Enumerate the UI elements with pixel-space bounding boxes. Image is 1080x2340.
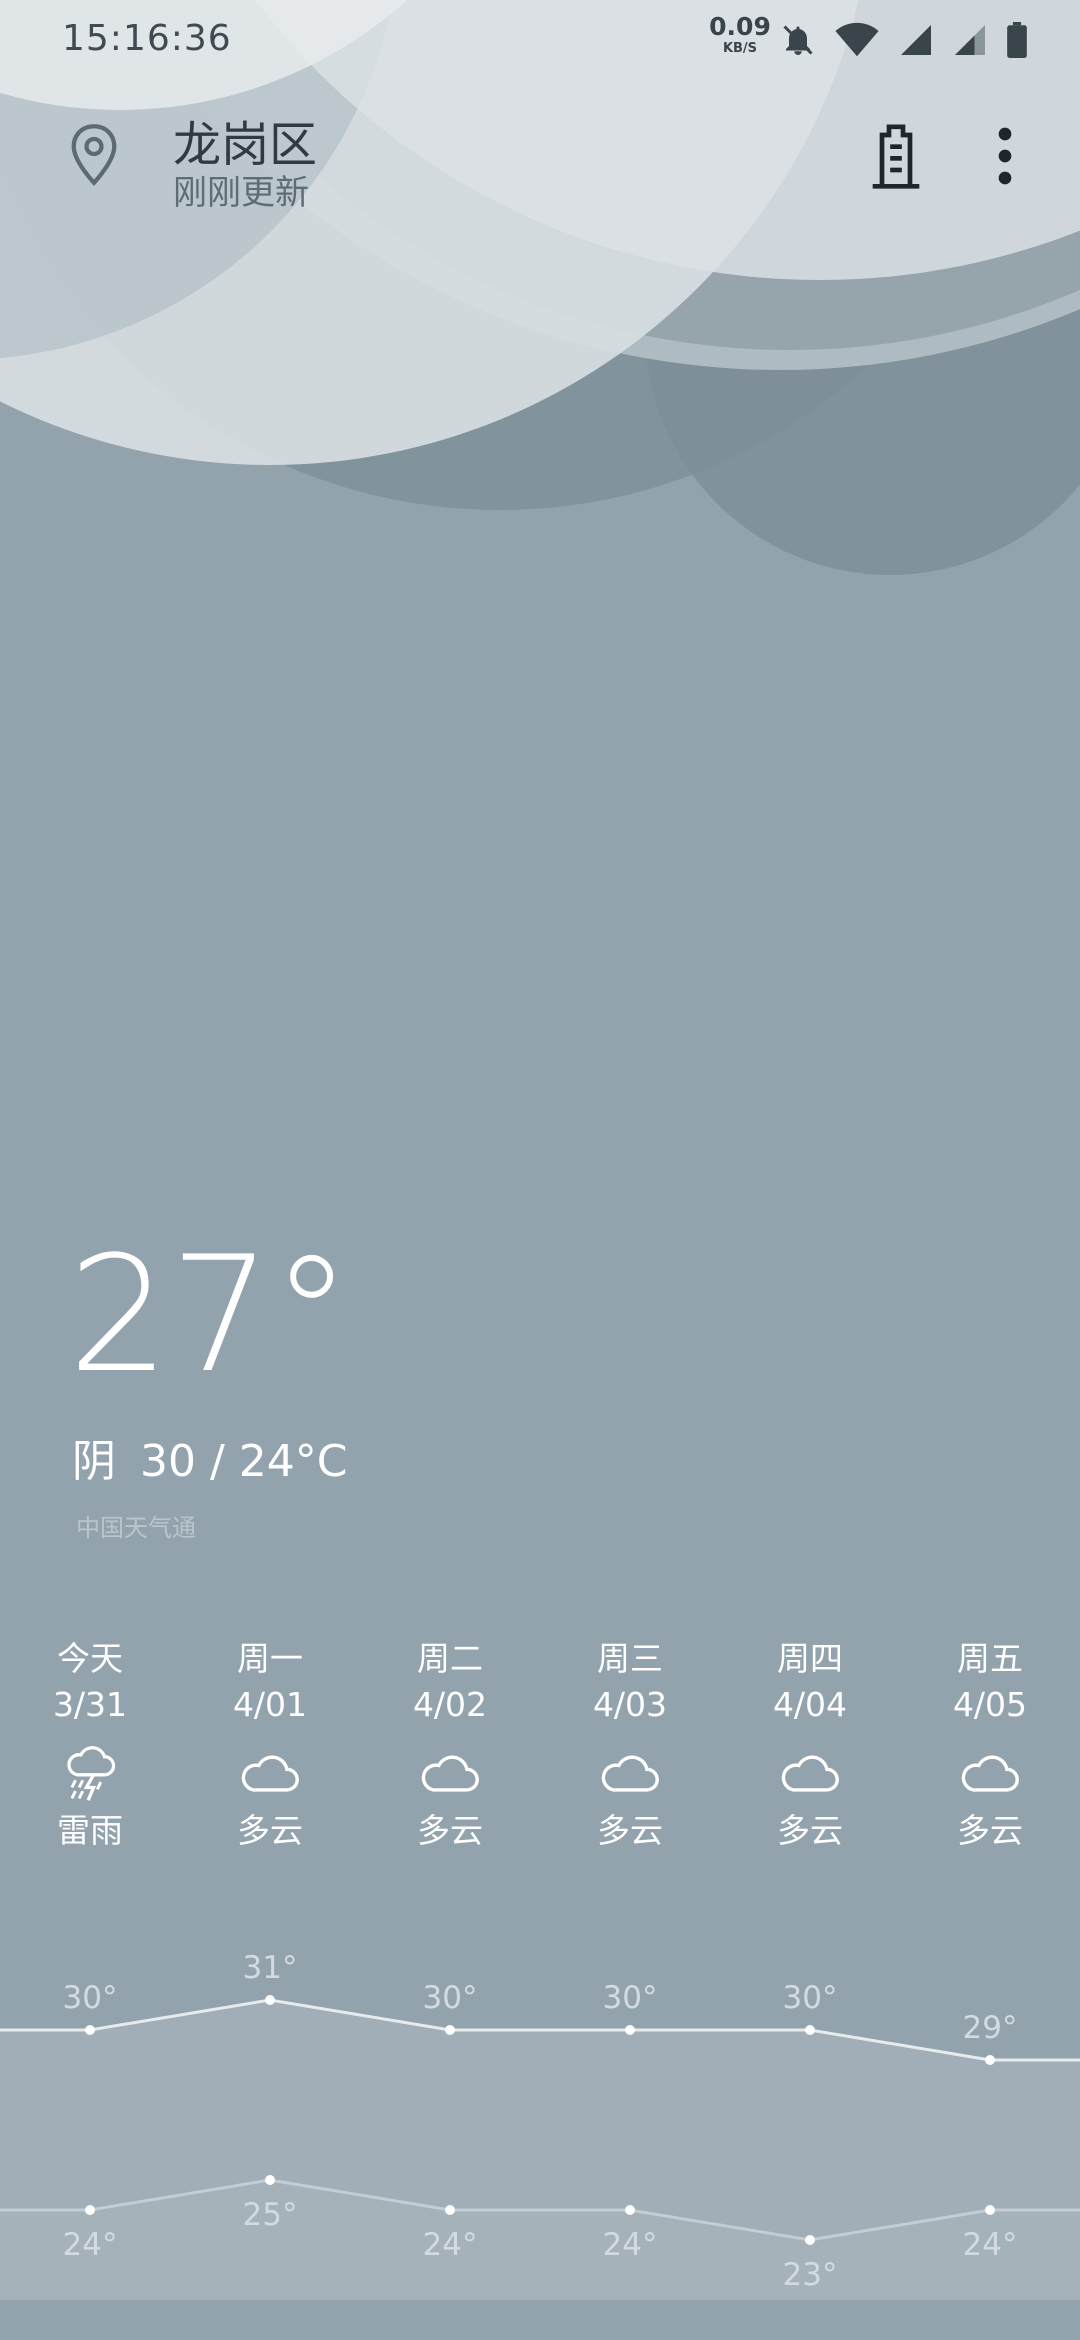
battery-icon	[1007, 22, 1027, 58]
update-status: 刚刚更新	[173, 173, 309, 213]
low-temp-label: 25°	[243, 2197, 298, 2233]
forecast-day[interactable]: 今天 3/31 雷雨	[0, 1636, 180, 1854]
forecast-weekday: 周三	[597, 1639, 663, 1678]
forecast-weekday: 周一	[237, 1639, 303, 1678]
status-icons	[780, 20, 1028, 60]
temperature-chart: 30° 24° 31° 25° 30° 24° 30° 24° 30° 23° 29° 24°	[0, 1950, 1080, 2300]
forecast-condition: 多云	[777, 1811, 843, 1850]
high-temp-point	[985, 2055, 995, 2065]
bell-off-icon	[783, 25, 813, 55]
app-header: 龙岗区 刚刚更新	[0, 95, 1080, 215]
network-speed-unit: KB/S	[722, 41, 758, 56]
building-icon[interactable]	[868, 123, 924, 189]
forecast-date: 3/31	[52, 1685, 128, 1724]
cloud-icon	[601, 1755, 659, 1792]
high-temp-label: 30°	[783, 1980, 838, 2016]
network-speed: 0.09 KB/S	[708, 14, 772, 55]
high-temp-label: 30°	[63, 1980, 118, 2016]
high-temp-point	[625, 2025, 635, 2035]
forecast-weekday: 今天	[57, 1639, 123, 1678]
low-temp-label: 24°	[963, 2227, 1018, 2263]
low-temp-point	[985, 2205, 995, 2215]
low-temp-label: 23°	[783, 2257, 838, 2293]
low-temp-label: 24°	[603, 2227, 658, 2263]
high-temp-label: 30°	[423, 1980, 478, 2016]
high-temp-point	[805, 2025, 815, 2035]
current-temperature: 27°	[68, 1221, 352, 1408]
forecast-condition: 多云	[237, 1811, 303, 1850]
cloud-icon	[421, 1755, 479, 1792]
forecast-date: 4/05	[952, 1685, 1028, 1724]
high-temp-label: 30°	[603, 1980, 658, 2016]
daily-forecast: 今天 3/31 雷雨 周一 4/01 多云 周二 4/02 多云 周三 4/03…	[0, 1636, 1080, 1886]
forecast-condition: 多云	[957, 1811, 1023, 1850]
forecast-weekday: 周四	[777, 1639, 843, 1678]
forecast-date: 4/04	[772, 1685, 848, 1724]
current-condition: 阴	[72, 1436, 116, 1487]
low-temp-label: 24°	[63, 2227, 118, 2263]
forecast-day[interactable]: 周二 4/02 多云	[360, 1636, 540, 1854]
high-temp-point	[85, 2025, 95, 2035]
cloud-icon	[781, 1755, 839, 1792]
temperature-range: 30 / 24°C	[140, 1436, 348, 1487]
more-vertical-icon[interactable]	[990, 123, 1020, 189]
forecast-weekday: 周二	[417, 1639, 483, 1678]
low-temp-point	[445, 2205, 455, 2215]
high-temp-point	[445, 2025, 455, 2035]
forecast-day[interactable]: 周五 4/05 多云	[900, 1636, 1080, 1854]
forecast-date: 4/01	[232, 1685, 308, 1724]
signal-weak-icon	[955, 25, 985, 55]
network-speed-value: 0.09	[709, 12, 771, 41]
forecast-weekday: 周五	[957, 1639, 1023, 1678]
background-bubbles	[0, 0, 1080, 575]
cloud-icon	[241, 1755, 299, 1792]
forecast-condition: 雷雨	[57, 1811, 123, 1850]
data-source: 中国天气通	[76, 1514, 196, 1542]
thunderstorm-icon	[67, 1746, 116, 1801]
status-time: 15:16:36	[62, 18, 232, 59]
status-bar: 15:16:36 0.09 KB/S	[0, 0, 1080, 80]
low-temp-point	[265, 2175, 275, 2185]
low-temp-point	[805, 2235, 815, 2245]
high-temp-label: 29°	[963, 2010, 1018, 2046]
low-temp-point	[625, 2205, 635, 2215]
cloud-icon	[961, 1755, 1019, 1792]
signal-icon	[901, 25, 931, 55]
low-temp-label: 24°	[423, 2227, 478, 2263]
forecast-condition: 多云	[597, 1811, 663, 1850]
forecast-day[interactable]: 周一 4/01 多云	[180, 1636, 360, 1854]
location-pin-icon[interactable]	[68, 123, 120, 187]
low-temp-point	[85, 2205, 95, 2215]
forecast-day[interactable]: 周三 4/03 多云	[540, 1636, 720, 1854]
high-temp-label: 31°	[243, 1950, 298, 1986]
forecast-date: 4/02	[412, 1685, 488, 1724]
forecast-date: 4/03	[592, 1685, 668, 1724]
forecast-condition: 多云	[417, 1811, 483, 1850]
wifi-icon	[835, 22, 879, 57]
high-temp-point	[265, 1995, 275, 2005]
current-condition-row: 阴 30 / 24°C	[72, 1425, 348, 1489]
forecast-day[interactable]: 周四 4/04 多云	[720, 1636, 900, 1854]
